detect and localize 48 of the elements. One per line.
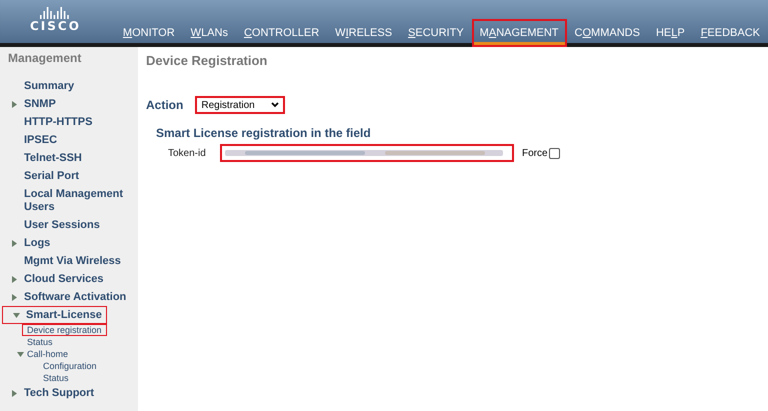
nav-tab[interactable]: MANAGEMENT	[472, 19, 567, 47]
caret-icon	[11, 276, 18, 282]
sidebar-subitem[interactable]: Configuration	[38, 360, 102, 372]
token-field[interactable]	[220, 144, 514, 162]
caret-icon	[17, 350, 24, 358]
nav-tab[interactable]: CONTROLLER	[236, 19, 328, 47]
sidebar-subitem[interactable]: Device registration	[22, 324, 107, 336]
caret-icon	[11, 294, 18, 300]
sidebar-item[interactable]: Software Activation	[0, 288, 132, 306]
caret-icon	[13, 312, 20, 318]
sidebar-item[interactable]: HTTP-HTTPS	[0, 113, 98, 131]
page-title: Device Registration	[146, 53, 268, 68]
force-label: Force	[522, 148, 548, 158]
sidebar-item[interactable]: Summary	[0, 77, 80, 95]
token-label: Token-id	[168, 148, 207, 158]
sidebar-item[interactable]: SNMP	[0, 95, 61, 113]
caret-icon	[11, 240, 18, 246]
sidebar-item[interactable]: Smart-License	[2, 306, 107, 324]
sidebar-item[interactable]: Telnet-SSH	[0, 149, 87, 167]
nav-tab[interactable]: HELP	[648, 19, 693, 47]
nav-tab[interactable]: SECURITY	[400, 19, 472, 47]
sidebar-item[interactable]: Cloud Services	[0, 270, 108, 288]
nav-tab[interactable]: MONITOR	[114, 19, 183, 47]
caret-icon	[11, 100, 18, 108]
sidebar-item[interactable]: IPSEC	[0, 131, 62, 149]
caret-icon	[11, 390, 18, 396]
force-checkbox[interactable]: Force	[522, 148, 560, 158]
action-label: Action	[146, 98, 184, 112]
sidebar-item[interactable]: Mgmt Via Wireless	[0, 252, 126, 270]
nav-tab[interactable]: FEEDBACK	[692, 19, 768, 47]
sidebar-item[interactable]: Tech Support	[0, 384, 100, 402]
nav-tab[interactable]: WIRELESS	[327, 19, 400, 47]
sidebar-subitem[interactable]: Status	[22, 336, 58, 348]
nav-tab[interactable]: WLANs	[182, 19, 236, 47]
sidebar-item[interactable]: User Sessions	[0, 216, 105, 234]
chevron-icon	[271, 102, 280, 108]
nav-tab[interactable]: COMMANDS	[566, 19, 648, 47]
sidebar-subitem[interactable]: Call-home	[12, 348, 74, 360]
sidebar-subitem[interactable]: Status	[38, 372, 74, 384]
sidebar-item[interactable]: Local Management Users	[0, 185, 136, 216]
logo-bars-icon	[40, 7, 70, 19]
sidebar-title: Management	[7, 51, 82, 67]
checkbox[interactable]	[548, 148, 560, 158]
section-title: Smart License registration in the field	[156, 126, 372, 140]
logo-text: CISCO	[30, 19, 81, 33]
sidebar-item[interactable]: Logs	[0, 234, 56, 252]
sidebar-item[interactable]: Serial Port	[0, 167, 84, 185]
action-select[interactable]: Registration	[195, 96, 286, 114]
